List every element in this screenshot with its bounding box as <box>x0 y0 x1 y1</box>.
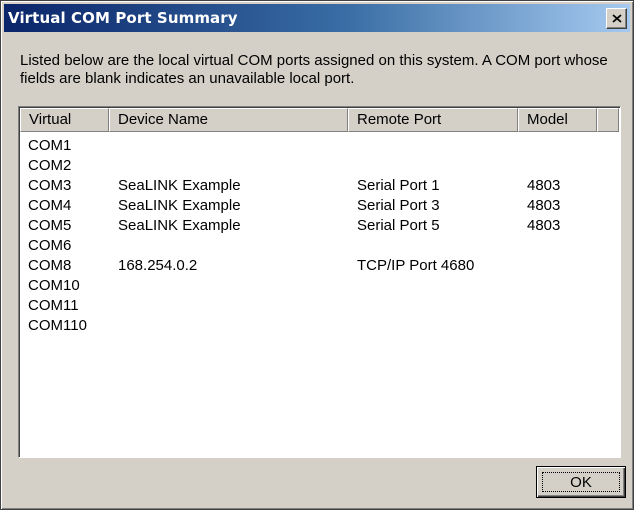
table-row[interactable]: COM2 <box>20 156 620 176</box>
table-row[interactable]: COM3 SeaLINK Example Serial Port 1 4803 <box>20 176 620 196</box>
virtual-com-port-summary-dialog: Virtual COM Port Summary Listed below ar… <box>0 0 634 510</box>
cell-virtual: COM3 <box>28 177 72 194</box>
ok-button-label: OK <box>570 473 592 491</box>
column-header-remote-port[interactable]: Remote Port <box>348 108 518 132</box>
window-title: Virtual COM Port Summary <box>8 9 238 27</box>
table-row[interactable]: COM4 SeaLINK Example Serial Port 3 4803 <box>20 196 620 216</box>
cell-remote-port: Serial Port 3 <box>357 197 440 214</box>
cell-model: 4803 <box>527 217 561 234</box>
column-header-device-name[interactable]: Device Name <box>109 108 348 132</box>
table-row[interactable]: COM8 168.254.0.2 TCP/IP Port 4680 <box>20 256 620 276</box>
table-row[interactable]: COM11 <box>20 296 620 316</box>
description-text: Listed below are the local virtual COM p… <box>20 52 608 87</box>
column-header-model[interactable]: Model <box>518 108 597 132</box>
cell-remote-port: TCP/IP Port 4680 <box>357 257 475 274</box>
cell-device-name: 168.254.0.2 <box>118 257 198 274</box>
list-header: Virtual Device Name Remote Port Model <box>20 108 620 132</box>
com-port-list[interactable]: Virtual Device Name Remote Port Model CO… <box>18 106 621 458</box>
table-row[interactable]: COM5 SeaLINK Example Serial Port 5 4803 <box>20 216 620 236</box>
cell-device-name: SeaLINK Example <box>118 217 241 234</box>
cell-virtual: COM1 <box>28 137 72 154</box>
close-icon <box>611 14 622 23</box>
cell-remote-port: Serial Port 5 <box>357 217 440 234</box>
close-button[interactable] <box>606 8 627 29</box>
cell-device-name: SeaLINK Example <box>118 177 241 194</box>
column-header-filler <box>597 108 619 132</box>
table-row[interactable]: COM1 <box>20 136 620 156</box>
cell-device-name: SeaLINK Example <box>118 197 241 214</box>
cell-model: 4803 <box>527 197 561 214</box>
table-row[interactable]: COM110 <box>20 316 620 336</box>
cell-virtual: COM8 <box>28 257 72 274</box>
cell-virtual: COM10 <box>28 277 80 294</box>
column-header-virtual[interactable]: Virtual <box>20 108 109 132</box>
table-row[interactable]: COM10 <box>20 276 620 296</box>
cell-virtual: COM6 <box>28 237 72 254</box>
cell-virtual: COM4 <box>28 197 72 214</box>
ok-button[interactable]: OK <box>536 466 626 498</box>
list-rows: COM1 COM2 COM3 SeaLINK Example Serial Port 1… <box>20 136 620 336</box>
table-row[interactable]: COM6 <box>20 236 620 256</box>
cell-virtual: COM110 <box>28 317 87 334</box>
cell-remote-port: Serial Port 1 <box>357 177 440 194</box>
cell-virtual: COM5 <box>28 217 72 234</box>
cell-model: 4803 <box>527 177 561 194</box>
cell-virtual: COM11 <box>28 297 79 314</box>
title-bar[interactable]: Virtual COM Port Summary <box>4 4 630 32</box>
cell-virtual: COM2 <box>28 157 72 174</box>
